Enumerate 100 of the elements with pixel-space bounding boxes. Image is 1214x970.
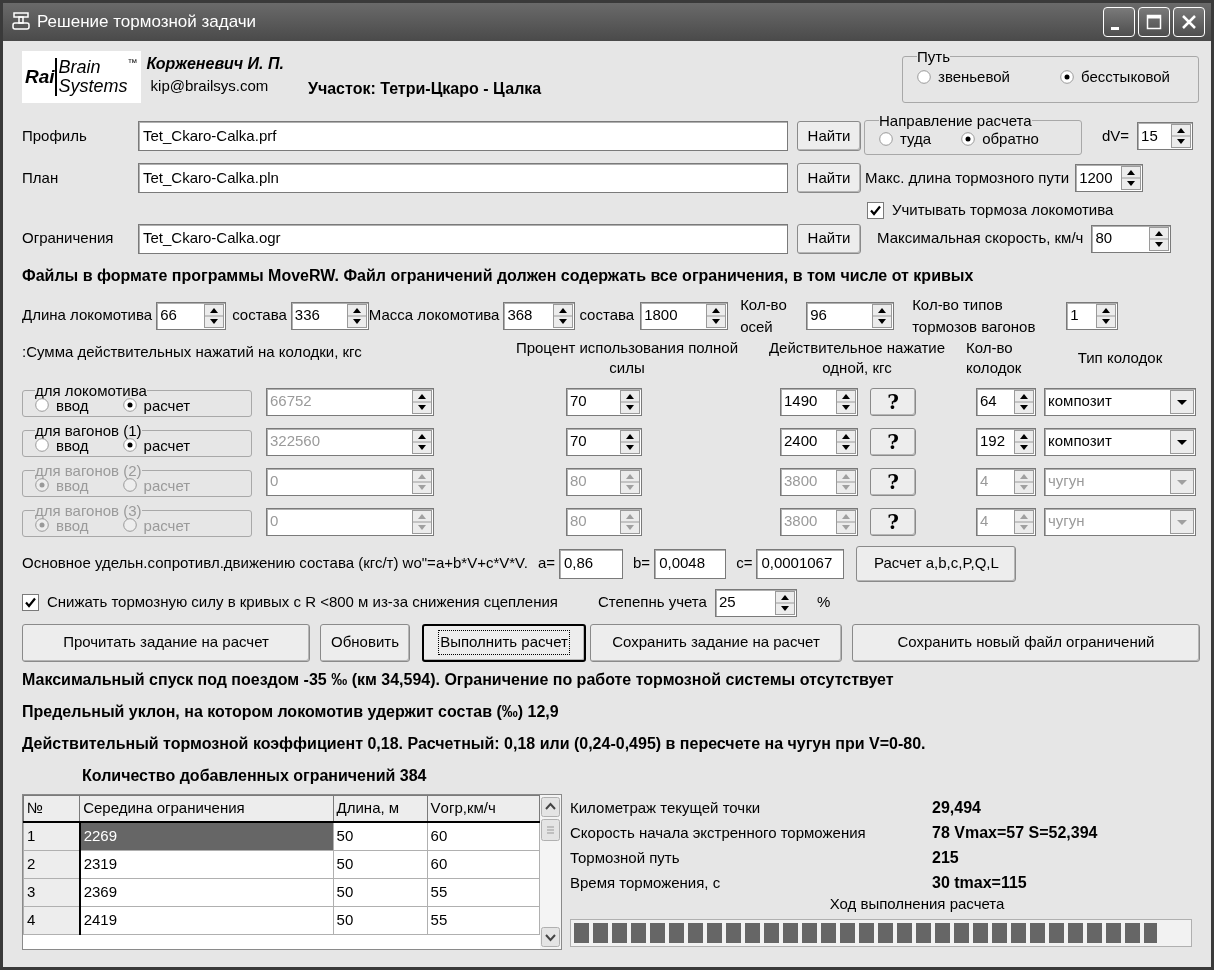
- label: состава: [232, 305, 287, 326]
- scroll-thumb-icon: [541, 818, 560, 841]
- number-field[interactable]: 1200: [1075, 164, 1144, 192]
- text-field[interactable]: Tet_Ckaro-Calka.ogr: [138, 223, 788, 254]
- label: c=: [736, 553, 753, 574]
- text-field[interactable]: 0,0001067: [756, 548, 845, 579]
- label: Кол-во типов тормозов вагонов: [912, 294, 1037, 337]
- number-field[interactable]: 368: [503, 301, 576, 330]
- label: Кол-во осей: [740, 294, 788, 337]
- label: Километраж текущей точки: [570, 797, 762, 818]
- label: Учитывать тормоза локомотива: [892, 200, 1114, 220]
- spin-arrows-icon: [412, 429, 432, 454]
- text-field[interactable]: Tet_Ckaro-Calka.pln: [138, 163, 788, 193]
- spin-arrows-icon: [1014, 469, 1034, 494]
- button[interactable]: Обновить: [320, 623, 410, 662]
- window-title: Решение тормозной задачи: [37, 11, 257, 34]
- dropdown[interactable]: композит: [1044, 427, 1196, 456]
- checkbox[interactable]: [22, 594, 39, 611]
- column-header[interactable]: Vогр,км/ч: [427, 795, 540, 822]
- formula-text: Основное удельн.сопротивл.движению состава (кгс/т) wo"=a+b*V+c*V*V.: [22, 553, 528, 574]
- column-label: Тип колодок: [1076, 347, 1164, 368]
- column-header[interactable]: Середина ограничения: [79, 795, 334, 822]
- group-label: Путь: [917, 49, 950, 64]
- value-text: 215: [932, 848, 959, 868]
- label: Масса локомотива: [368, 305, 500, 326]
- number-field[interactable]: 66: [156, 301, 227, 330]
- table-cell: 2369: [79, 878, 334, 906]
- number-field[interactable]: 336: [290, 301, 369, 330]
- label: Длина локомотива: [22, 305, 153, 326]
- text-field[interactable]: 0,86: [559, 548, 623, 579]
- checkbox[interactable]: [867, 201, 884, 219]
- column-label: :Сумма действительных нажатий на колодки, кгс: [22, 341, 363, 362]
- dropdown[interactable]: композит: [1044, 387, 1196, 416]
- row-number: 4: [23, 906, 80, 934]
- spin-arrows-icon: [836, 389, 856, 414]
- spin-arrows-icon: [620, 469, 640, 494]
- number-field[interactable]: 1800: [640, 301, 729, 330]
- logo-text: Rai: [25, 64, 55, 89]
- table-cell: 60: [427, 822, 540, 850]
- button[interactable]: Найти: [797, 121, 861, 151]
- group-label: для вагонов (3): [35, 502, 142, 518]
- unit-label: %: [816, 592, 831, 613]
- text-field[interactable]: 0,0048: [654, 548, 727, 579]
- button[interactable]: Найти: [797, 223, 861, 254]
- spin-arrows-icon: [1121, 166, 1142, 190]
- number-field[interactable]: 80: [1091, 224, 1172, 253]
- spin-arrows-icon: [204, 303, 225, 328]
- table-cell: 55: [427, 906, 540, 934]
- close-button[interactable]: [1173, 7, 1205, 37]
- minimize-button[interactable]: [1103, 7, 1135, 37]
- label: Снижать тормозную силу в кривых с R <800 м из-за снижения сцепления: [47, 592, 558, 613]
- column-header[interactable]: Длина, м: [333, 795, 428, 822]
- number-field[interactable]: 1490: [780, 387, 858, 416]
- table-cell: 2419: [79, 906, 334, 934]
- column-header[interactable]: №: [23, 795, 80, 822]
- radio-option[interactable]: расчет: [122, 397, 191, 413]
- column-label: Кол-во колодок: [966, 337, 1023, 378]
- number-field[interactable]: 70: [566, 427, 642, 456]
- spin-arrows-icon: [412, 389, 432, 414]
- count-text: Количество добавленных ограничений 384: [82, 765, 428, 786]
- label: b=: [633, 553, 651, 574]
- spin-arrows-icon: [1014, 389, 1034, 414]
- maximize-icon: [1146, 14, 1162, 30]
- maximize-button[interactable]: [1138, 7, 1170, 37]
- number-field[interactable]: 192: [976, 427, 1036, 456]
- column-label: Действительное нажатие одной, кгс: [767, 337, 947, 378]
- row-number: 1: [23, 822, 80, 850]
- group-label: Направление расчета: [879, 113, 1032, 128]
- number-field[interactable]: 2400: [780, 427, 858, 456]
- number-field[interactable]: 96: [806, 301, 895, 330]
- button[interactable]: ?: [870, 387, 916, 416]
- button[interactable]: Найти: [797, 163, 861, 193]
- number-field[interactable]: 70: [566, 387, 642, 416]
- button[interactable]: Сохранить новый файл ограничений: [852, 623, 1200, 662]
- spin-arrows-icon: [1171, 124, 1192, 148]
- button[interactable]: ?: [870, 427, 916, 456]
- group-label: для вагонов (2): [35, 462, 142, 478]
- progress-label: Ход выполнения расчета: [829, 893, 1005, 914]
- row-number: 2: [23, 850, 80, 878]
- button[interactable]: Сохранить задание на расчет: [590, 623, 842, 662]
- email: kip@brailsys.com: [150, 76, 270, 96]
- trademark: ™: [127, 56, 138, 70]
- label: Тормозной путь: [570, 847, 681, 868]
- button[interactable]: Расчет a,b,c,P,Q,L: [856, 545, 1017, 582]
- radio-option[interactable]: звеньевой: [917, 66, 1010, 89]
- radio-option[interactable]: обратно: [961, 128, 1039, 151]
- button[interactable]: Прочитать задание на расчет: [22, 623, 310, 662]
- label: dV=: [1102, 125, 1130, 146]
- number-field[interactable]: 25: [714, 588, 797, 617]
- button[interactable]: Выполнить расчет: [422, 623, 586, 662]
- radio-option[interactable]: туда: [879, 128, 932, 151]
- close-icon: [1181, 14, 1197, 30]
- number-field[interactable]: 15: [1137, 122, 1194, 150]
- table-cell: 50: [333, 822, 428, 850]
- scrollbar[interactable]: [540, 794, 561, 949]
- label: Время торможения, с: [570, 872, 722, 893]
- number-field[interactable]: 1: [1066, 301, 1119, 330]
- text-field[interactable]: Tet_Ckaro-Calka.prf: [138, 121, 788, 151]
- radio-option[interactable]: бесстыковой: [1060, 66, 1170, 89]
- number-field[interactable]: 64: [976, 387, 1036, 416]
